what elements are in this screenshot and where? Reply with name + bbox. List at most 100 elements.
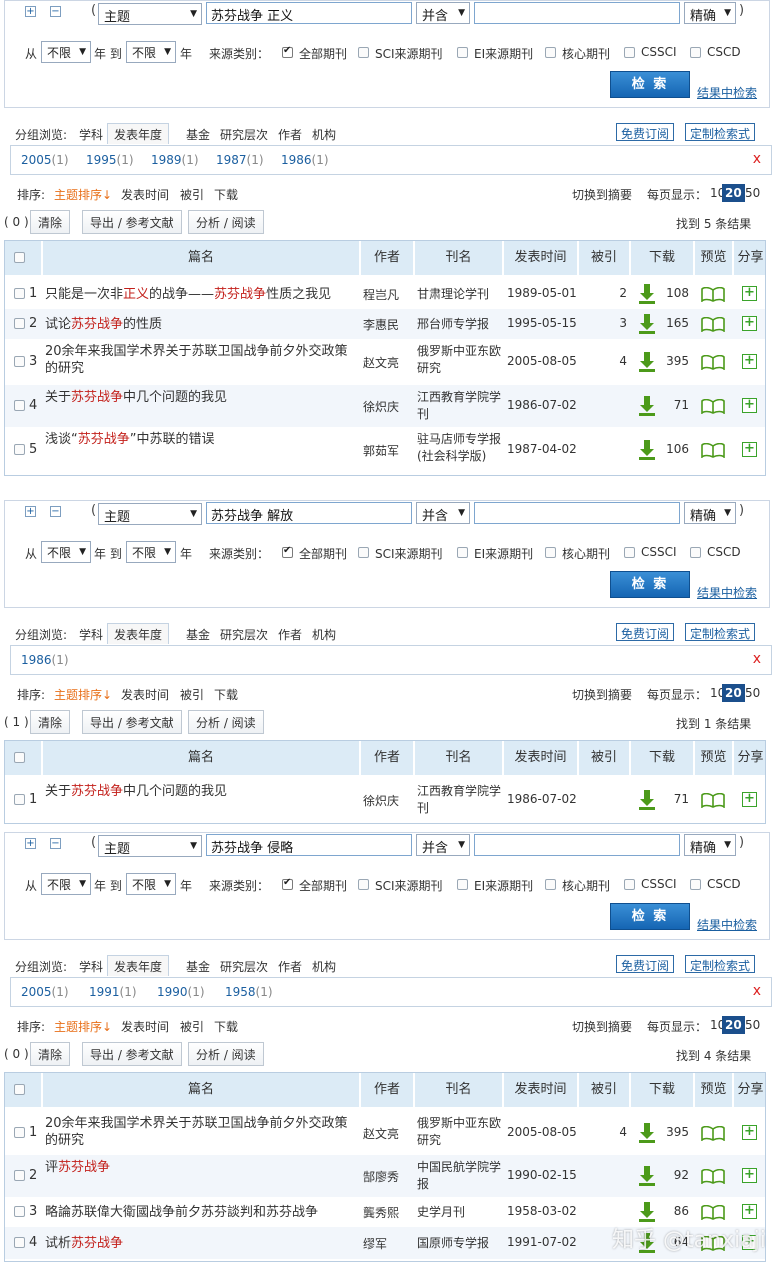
sort-by-downloads[interactable]: 下载 bbox=[214, 1018, 238, 1035]
free-subscribe-button[interactable]: 免费订阅 bbox=[616, 123, 675, 141]
search-button[interactable]: 检 索 bbox=[610, 903, 690, 930]
share-plus-icon[interactable]: + bbox=[742, 316, 757, 331]
article-title-link[interactable]: 20余年来我国学术界关于苏联卫国战争前夕外交政策的研究 bbox=[45, 343, 357, 377]
close-icon[interactable]: x bbox=[753, 983, 761, 999]
expand-plus-icon[interactable]: + bbox=[25, 838, 36, 849]
combine-select[interactable]: 并含 ▼ bbox=[416, 2, 470, 24]
article-title-link[interactable]: 20余年来我国学术界关于苏联卫国战争前夕外交政策的研究 bbox=[45, 1115, 357, 1149]
switch-to-abstract-link[interactable]: 切换到摘要 bbox=[572, 686, 632, 703]
source-checkbox[interactable] bbox=[457, 547, 468, 558]
download-icon[interactable] bbox=[639, 352, 655, 372]
author-link[interactable]: 郜廖秀 bbox=[363, 1168, 399, 1185]
row-checkbox[interactable] bbox=[14, 794, 25, 805]
per-page-option[interactable]: 50 bbox=[742, 684, 763, 702]
clear-button[interactable]: 清除 bbox=[30, 710, 71, 734]
sort-by-cited[interactable]: 被引 bbox=[180, 1018, 204, 1035]
source-checkbox[interactable] bbox=[624, 547, 635, 558]
group-tab[interactable]: 基金 bbox=[186, 626, 210, 643]
close-icon[interactable]: x bbox=[753, 151, 761, 167]
group-tab[interactable]: 研究层次 bbox=[220, 626, 268, 643]
clear-button[interactable]: 清除 bbox=[30, 210, 71, 234]
journal-link[interactable]: 邢台师专学报 bbox=[417, 316, 501, 333]
export-references-button[interactable]: 导出 / 参考文献 bbox=[82, 710, 182, 734]
row-checkbox[interactable] bbox=[14, 1170, 25, 1181]
source-checkbox[interactable] bbox=[690, 879, 701, 890]
query-input[interactable]: 苏芬战争 正义 bbox=[206, 2, 412, 24]
source-checkbox[interactable] bbox=[624, 879, 635, 890]
download-icon[interactable] bbox=[639, 440, 655, 460]
preview-book-icon[interactable] bbox=[701, 1125, 725, 1142]
year-filter-item[interactable]: 1986(1) bbox=[21, 653, 69, 667]
search-button[interactable]: 检 索 bbox=[610, 571, 690, 598]
author-link[interactable]: 徐炽庆 bbox=[363, 792, 399, 809]
to-year-select[interactable]: 不限 ▼ bbox=[126, 873, 176, 895]
row-checkbox[interactable] bbox=[14, 1127, 25, 1138]
match-select[interactable]: 精确 ▼ bbox=[684, 834, 736, 856]
collapse-minus-icon[interactable]: − bbox=[50, 838, 61, 849]
sort-by-cited[interactable]: 被引 bbox=[180, 686, 204, 703]
group-tab[interactable]: 作者 bbox=[278, 958, 302, 975]
collapse-minus-icon[interactable]: − bbox=[50, 506, 61, 517]
group-tab[interactable]: 发表年度 bbox=[107, 623, 170, 644]
share-plus-icon[interactable]: + bbox=[742, 1204, 757, 1219]
group-tab[interactable]: 学科 bbox=[79, 626, 103, 643]
export-references-button[interactable]: 导出 / 参考文献 bbox=[82, 1042, 182, 1066]
sort-by-cited[interactable]: 被引 bbox=[180, 186, 204, 203]
source-checkbox[interactable] bbox=[358, 47, 369, 58]
preview-book-icon[interactable] bbox=[701, 1204, 725, 1221]
analyze-read-button[interactable]: 分析 / 阅读 bbox=[188, 1042, 264, 1066]
analyze-read-button[interactable]: 分析 / 阅读 bbox=[188, 710, 264, 734]
preview-book-icon[interactable] bbox=[701, 1168, 725, 1185]
author-link[interactable]: 赵文亮 bbox=[363, 354, 399, 371]
per-page-option[interactable]: 50 bbox=[742, 184, 763, 202]
year-filter-item[interactable]: 2005(1) bbox=[21, 985, 69, 999]
close-icon[interactable]: x bbox=[753, 651, 761, 667]
to-year-select[interactable]: 不限 ▼ bbox=[126, 541, 176, 563]
article-title-link[interactable]: 试析苏芬战争 bbox=[45, 1235, 357, 1252]
journal-link[interactable]: 中国民航学院学报 bbox=[417, 1159, 501, 1193]
switch-to-abstract-link[interactable]: 切换到摘要 bbox=[572, 186, 632, 203]
share-plus-icon[interactable]: + bbox=[742, 792, 757, 807]
from-year-select[interactable]: 不限 ▼ bbox=[41, 541, 91, 563]
sort-by-date[interactable]: 发表时间 bbox=[121, 686, 169, 703]
source-checkbox[interactable] bbox=[282, 45, 293, 58]
collapse-minus-icon[interactable]: − bbox=[50, 6, 61, 17]
per-page-option[interactable]: 50 bbox=[742, 1016, 763, 1034]
download-icon[interactable] bbox=[639, 790, 655, 810]
query-input-2[interactable] bbox=[474, 502, 680, 524]
free-subscribe-button[interactable]: 免费订阅 bbox=[616, 623, 675, 641]
field-select[interactable]: 主题 ▼ bbox=[98, 503, 202, 525]
preview-book-icon[interactable] bbox=[701, 316, 725, 333]
journal-link[interactable]: 史学月刊 bbox=[417, 1204, 501, 1221]
article-title-link[interactable]: 略論苏联偉大衛國战争前夕苏芬談判和苏芬战争 bbox=[45, 1204, 357, 1221]
author-link[interactable]: 郭茹军 bbox=[363, 442, 399, 459]
field-select[interactable]: 主题 ▼ bbox=[98, 3, 202, 25]
year-filter-item[interactable]: 2005(1) bbox=[21, 153, 69, 167]
article-title-link[interactable]: 浅谈“苏芬战争”中苏联的错误 bbox=[45, 431, 357, 448]
from-year-select[interactable]: 不限 ▼ bbox=[41, 873, 91, 895]
search-button[interactable]: 检 索 bbox=[610, 71, 690, 98]
source-checkbox[interactable] bbox=[282, 545, 293, 558]
year-filter-item[interactable]: 1995(1) bbox=[86, 153, 134, 167]
source-checkbox[interactable] bbox=[545, 47, 556, 58]
group-tab[interactable]: 发表年度 bbox=[107, 123, 170, 144]
expand-plus-icon[interactable]: + bbox=[25, 6, 36, 17]
source-checkbox[interactable] bbox=[358, 879, 369, 890]
query-input[interactable]: 苏芬战争 侵略 bbox=[206, 834, 412, 856]
export-references-button[interactable]: 导出 / 参考文献 bbox=[82, 210, 182, 234]
preview-book-icon[interactable] bbox=[701, 398, 725, 415]
download-icon[interactable] bbox=[639, 1123, 655, 1143]
source-checkbox[interactable] bbox=[358, 547, 369, 558]
match-select[interactable]: 精确 ▼ bbox=[684, 2, 736, 24]
preview-book-icon[interactable] bbox=[701, 286, 725, 303]
article-title-link[interactable]: 关于苏芬战争中几个问题的我见 bbox=[45, 389, 357, 406]
select-all-checkbox[interactable] bbox=[14, 252, 25, 263]
share-plus-icon[interactable]: + bbox=[742, 1168, 757, 1183]
download-icon[interactable] bbox=[639, 284, 655, 304]
preview-book-icon[interactable] bbox=[701, 442, 725, 459]
free-subscribe-button[interactable]: 免费订阅 bbox=[616, 955, 675, 973]
custom-query-button[interactable]: 定制检索式 bbox=[685, 623, 756, 641]
preview-book-icon[interactable] bbox=[701, 354, 725, 371]
preview-book-icon[interactable] bbox=[701, 792, 725, 809]
source-checkbox[interactable] bbox=[545, 547, 556, 558]
